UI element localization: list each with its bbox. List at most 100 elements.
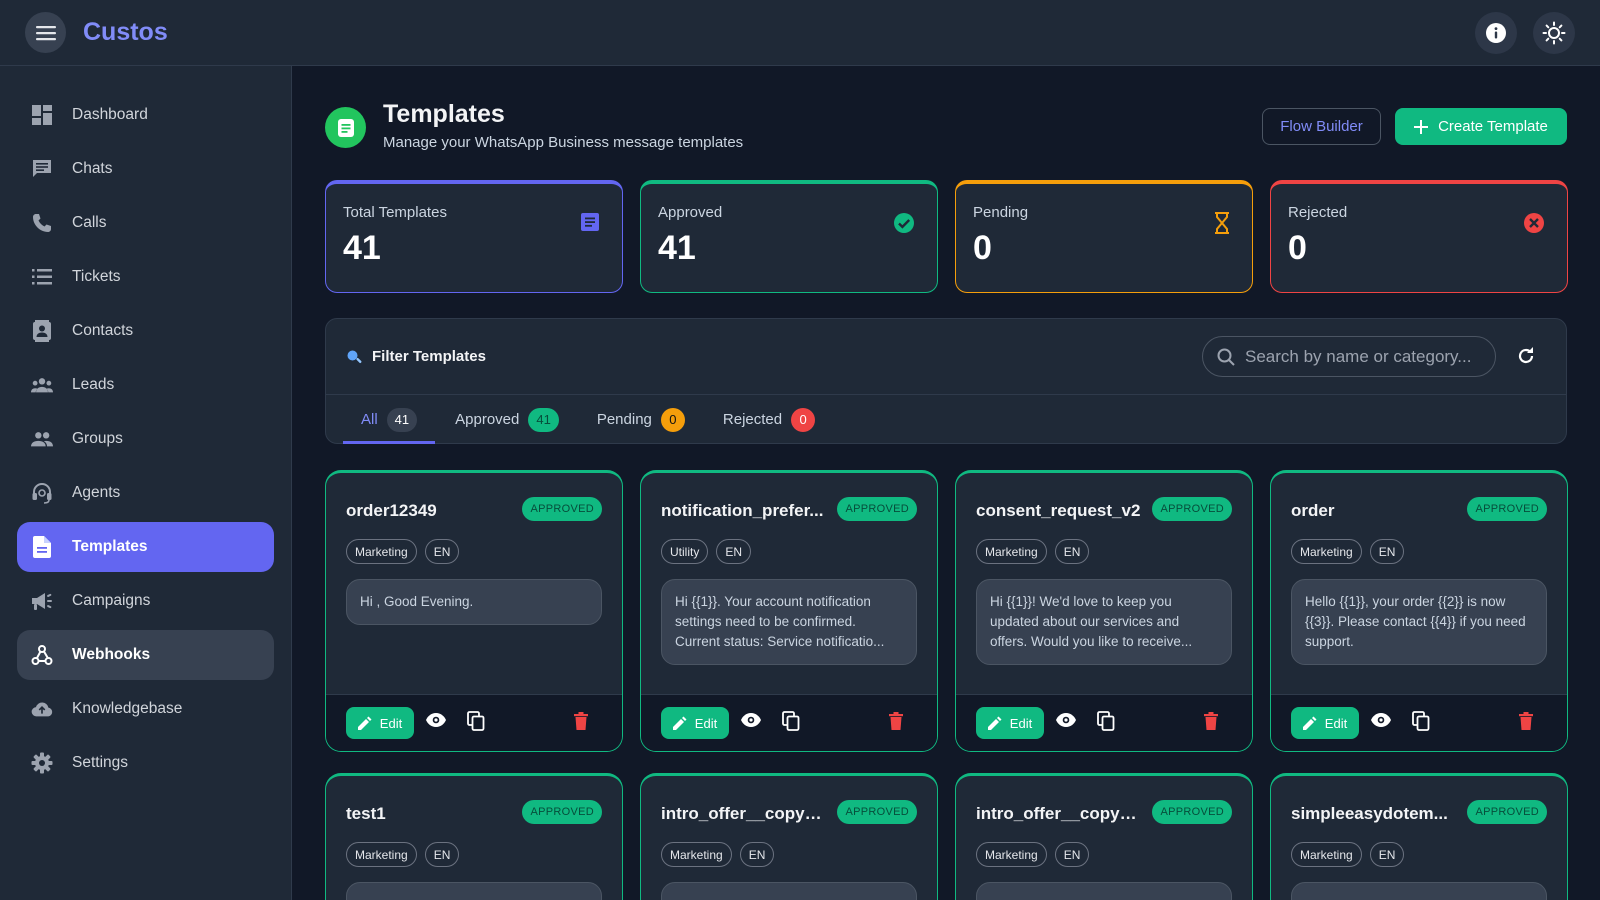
- sidebar-item-tickets[interactable]: Tickets: [17, 252, 274, 302]
- plus-icon: [1414, 119, 1429, 134]
- category-chip: Marketing: [1291, 539, 1362, 564]
- tab-label: All: [361, 411, 378, 428]
- template-body-preview: [1291, 882, 1547, 900]
- sidebar-item-contacts[interactable]: Contacts: [17, 306, 274, 356]
- tab-count-badge: 0: [660, 407, 685, 432]
- card-actions: Edit: [956, 694, 1252, 751]
- sidebar-item-templates[interactable]: Templates: [17, 522, 274, 572]
- stat-value: 41: [658, 229, 696, 267]
- tab-pending[interactable]: Pending 0: [579, 395, 703, 444]
- sidebar-item-agents[interactable]: Agents: [17, 468, 274, 518]
- sidebar-item-label: Groups: [72, 430, 123, 447]
- template-card[interactable]: test1 APPROVED Marketing EN: [325, 773, 623, 900]
- trash-icon[interactable]: [889, 712, 903, 735]
- create-template-label: Create Template: [1438, 118, 1548, 135]
- trash-icon[interactable]: [574, 712, 588, 735]
- sidebar-item-chats[interactable]: Chats: [17, 144, 274, 194]
- edit-button[interactable]: Edit: [976, 707, 1044, 739]
- stat-label: Approved: [658, 204, 723, 221]
- template-card[interactable]: order12349 APPROVED Marketing EN Hi , Go…: [325, 470, 623, 752]
- template-card[interactable]: intro_offer__copy_1... APPROVED Marketin…: [955, 773, 1253, 900]
- copy-icon[interactable]: [1412, 711, 1430, 736]
- sidebar-item-dashboard[interactable]: Dashboard: [17, 90, 274, 140]
- sidebar-item-campaigns[interactable]: Campaigns: [17, 576, 274, 626]
- refresh-icon[interactable]: [1516, 346, 1536, 371]
- sun-icon: [1542, 21, 1566, 45]
- eye-icon[interactable]: [1371, 713, 1391, 732]
- stat-rejected: Rejected 0: [1270, 180, 1568, 293]
- edit-button[interactable]: Edit: [661, 707, 729, 739]
- cloud-icon: [31, 698, 53, 720]
- eye-icon[interactable]: [1056, 713, 1076, 732]
- category-chip: Marketing: [976, 539, 1047, 564]
- trash-icon[interactable]: [1204, 712, 1218, 735]
- theme-toggle-button[interactable]: [1533, 12, 1575, 54]
- language-chip: EN: [424, 539, 460, 564]
- copy-icon[interactable]: [782, 711, 800, 736]
- edit-button[interactable]: Edit: [346, 707, 414, 739]
- template-name: consent_request_v2: [976, 501, 1141, 520]
- template-card[interactable]: notification_prefer... APPROVED Utility …: [640, 470, 938, 752]
- copy-icon[interactable]: [1097, 711, 1115, 736]
- template-name: intro_offer__copy_1...: [661, 804, 831, 823]
- pencil-icon: [672, 716, 687, 730]
- document-icon: [580, 212, 600, 237]
- tab-all[interactable]: All 41: [343, 395, 436, 444]
- language-chip: EN: [1054, 842, 1090, 867]
- status-badge: APPROVED: [1467, 800, 1547, 824]
- contacts-icon: [31, 320, 53, 342]
- tab-count-badge: 41: [528, 407, 559, 432]
- sidebar-item-label: Chats: [72, 160, 113, 177]
- template-card[interactable]: consent_request_v2 APPROVED Marketing EN…: [955, 470, 1253, 752]
- create-template-button[interactable]: Create Template: [1395, 108, 1567, 145]
- status-badge: APPROVED: [837, 800, 917, 824]
- template-body-preview: Hi , Good Evening.: [346, 579, 602, 625]
- sidebar-item-calls[interactable]: Calls: [17, 198, 274, 248]
- page-subtitle: Manage your WhatsApp Business message te…: [383, 134, 744, 151]
- sidebar-item-settings[interactable]: Settings: [17, 738, 274, 788]
- tab-label: Rejected: [722, 411, 783, 428]
- copy-icon[interactable]: [467, 711, 485, 736]
- edit-label: Edit: [379, 715, 403, 731]
- status-badge: APPROVED: [1152, 497, 1232, 521]
- status-badge: APPROVED: [1467, 497, 1547, 521]
- search-input[interactable]: Search by name or category...: [1202, 336, 1496, 377]
- status-badge: APPROVED: [522, 800, 602, 824]
- trash-icon[interactable]: [1519, 712, 1533, 735]
- template-card[interactable]: intro_offer__copy_1... APPROVED Marketin…: [640, 773, 938, 900]
- card-actions: Edit: [1271, 694, 1567, 751]
- sidebar-item-webhooks[interactable]: Webhooks: [17, 630, 274, 680]
- top-bar: Custos: [0, 0, 1600, 66]
- language-chip: EN: [424, 842, 460, 867]
- gear-icon: [31, 752, 53, 774]
- template-name: test1: [346, 804, 386, 823]
- sidebar-item-label: Calls: [72, 214, 107, 231]
- template-card[interactable]: order APPROVED Marketing EN Hello {{1}},…: [1270, 470, 1568, 752]
- status-tabs: All 41 Approved 41 Pending 0 Rejected 0: [326, 395, 1566, 444]
- eye-icon[interactable]: [741, 713, 761, 732]
- hamburger-icon: [35, 25, 56, 40]
- flow-builder-button[interactable]: Flow Builder: [1262, 108, 1381, 145]
- template-name: intro_offer__copy_1...: [976, 804, 1146, 823]
- tab-rejected[interactable]: Rejected 0: [705, 395, 833, 444]
- tab-approved[interactable]: Approved 41: [437, 395, 577, 444]
- template-body-preview: [661, 882, 917, 900]
- menu-button[interactable]: [25, 12, 66, 53]
- template-card[interactable]: simpleeasydotem... APPROVED Marketing EN: [1270, 773, 1568, 900]
- card-actions: Edit: [641, 694, 937, 751]
- info-button[interactable]: [1475, 12, 1517, 54]
- sidebar-item-label: Webhooks: [72, 646, 151, 663]
- template-name: simpleeasydotem...: [1291, 804, 1448, 823]
- edit-button[interactable]: Edit: [1291, 707, 1359, 739]
- sidebar-item-groups[interactable]: Groups: [17, 414, 274, 464]
- headset-icon: [31, 482, 53, 504]
- main-content: Templates Manage your WhatsApp Business …: [292, 66, 1600, 900]
- language-chip: EN: [1369, 539, 1405, 564]
- stat-value: 41: [343, 229, 381, 267]
- megaphone-icon: [31, 590, 53, 612]
- sidebar-item-knowledgebase[interactable]: Knowledgebase: [17, 684, 274, 734]
- eye-icon[interactable]: [426, 713, 446, 732]
- sidebar-item-leads[interactable]: Leads: [17, 360, 274, 410]
- filter-panel: Filter Templates Search by name or categ…: [325, 318, 1567, 444]
- group-icon: [31, 428, 53, 450]
